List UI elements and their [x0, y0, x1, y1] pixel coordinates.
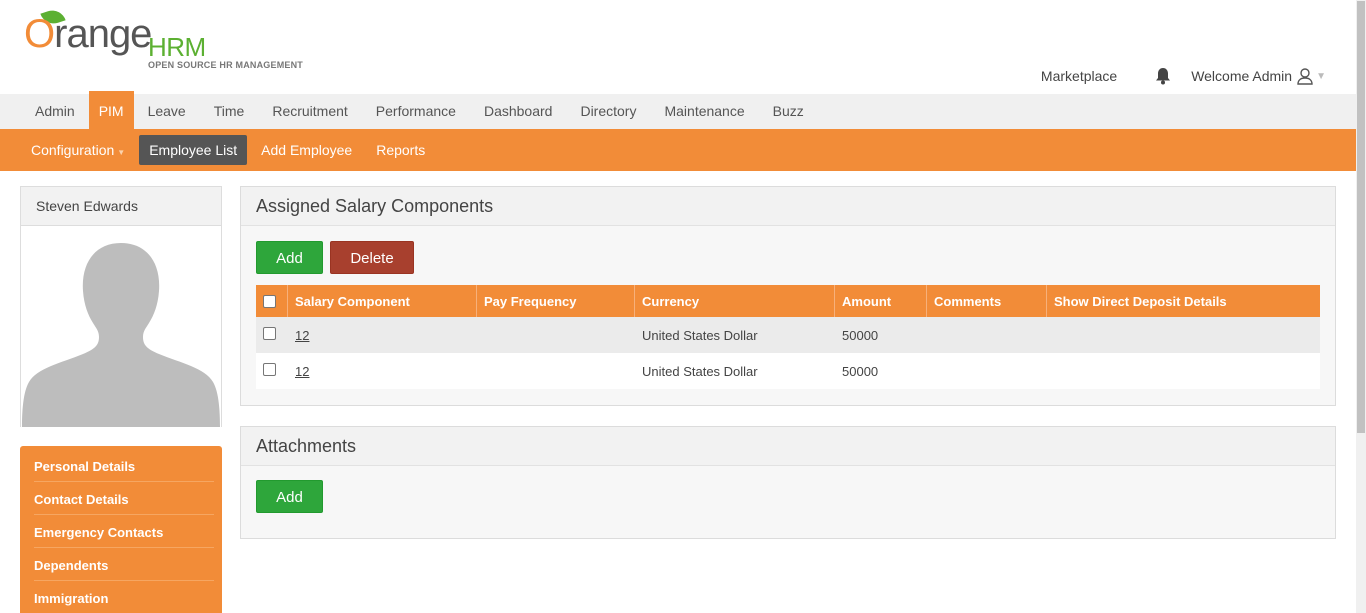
- employee-profile-card: Steven Edwards: [20, 186, 222, 427]
- sub-menu: Configuration ▼ Employee List Add Employe…: [0, 129, 1356, 171]
- cell-deposit: [1047, 317, 1320, 353]
- row-checkbox[interactable]: [263, 327, 276, 340]
- submenu-reports[interactable]: Reports: [366, 135, 435, 165]
- welcome-label: Welcome Admin: [1191, 68, 1293, 84]
- menu-buzz[interactable]: Buzz: [759, 94, 818, 129]
- col-pay-frequency: Pay Frequency: [477, 285, 635, 317]
- logo-hrm: HRM: [148, 32, 206, 62]
- avatar[interactable]: [21, 227, 221, 427]
- main-menu: Admin PIM Leave Time Recruitment Perform…: [0, 91, 1356, 129]
- select-all-cell: [256, 285, 288, 317]
- cell-deposit: [1047, 353, 1320, 389]
- side-immigration[interactable]: Immigration: [34, 581, 214, 613]
- col-direct-deposit: Show Direct Deposit Details: [1054, 294, 1227, 309]
- cell-comments: [927, 353, 1047, 389]
- vertical-scrollbar[interactable]: [1356, 0, 1366, 613]
- col-amount: Amount: [835, 285, 927, 317]
- cell-currency: United States Dollar: [642, 328, 758, 343]
- cell-amount: 50000: [842, 364, 879, 379]
- scrollbar-thumb[interactable]: [1357, 1, 1365, 433]
- row-select-cell: [256, 353, 288, 389]
- welcome-menu[interactable]: Welcome Admin ▼: [1191, 67, 1326, 85]
- menu-maintenance[interactable]: Maintenance: [650, 94, 758, 129]
- row-select-cell: [256, 317, 288, 353]
- side-dependents[interactable]: Dependents: [34, 548, 214, 581]
- add-attachment-button[interactable]: Add: [256, 480, 323, 513]
- top-right-bar: Marketplace Welcome Admin ▼: [1041, 67, 1326, 85]
- cell-component: 12: [288, 353, 477, 389]
- menu-performance[interactable]: Performance: [362, 94, 470, 129]
- table-row: 12 United States Dollar 50000: [256, 353, 1320, 389]
- header: Orange HRM OPEN SOURCE HR MANAGEMENT Mar…: [0, 0, 1356, 94]
- chevron-down-icon: ▼: [1316, 70, 1326, 82]
- cell-frequency: [477, 353, 635, 389]
- attachments-panel-title: Attachments: [241, 427, 1335, 466]
- attachments-panel: Attachments Add: [240, 426, 1336, 539]
- logo-wordmark: Orange: [24, 12, 152, 56]
- row-checkbox[interactable]: [263, 363, 276, 376]
- table-row: 12 United States Dollar 50000: [256, 317, 1320, 353]
- select-all-checkbox[interactable]: [263, 295, 276, 308]
- col-comments: Comments: [927, 285, 1047, 317]
- menu-admin[interactable]: Admin: [21, 94, 89, 129]
- orangehrm-logo[interactable]: Orange HRM OPEN SOURCE HR MANAGEMENT: [24, 6, 314, 74]
- submenu-employee-list[interactable]: Employee List: [139, 135, 248, 165]
- salary-component-link[interactable]: 12: [295, 328, 309, 343]
- employee-name: Steven Edwards: [21, 187, 221, 226]
- logo-tagline: OPEN SOURCE HR MANAGEMENT: [148, 60, 304, 70]
- menu-time[interactable]: Time: [200, 94, 259, 129]
- cell-amount: 50000: [842, 328, 879, 343]
- menu-directory[interactable]: Directory: [566, 94, 650, 129]
- side-contact-details[interactable]: Contact Details: [34, 482, 214, 515]
- salary-table: Salary Component Pay Frequency Currency …: [256, 285, 1320, 389]
- menu-pim[interactable]: PIM: [88, 91, 134, 129]
- col-salary-component: Salary Component: [288, 285, 477, 317]
- menu-leave[interactable]: Leave: [134, 94, 200, 129]
- submenu-configuration[interactable]: Configuration ▼: [21, 135, 135, 165]
- marketplace-link[interactable]: Marketplace: [1041, 68, 1117, 84]
- side-emergency-contacts[interactable]: Emergency Contacts: [34, 515, 214, 548]
- add-salary-button[interactable]: Add: [256, 241, 323, 274]
- menu-recruitment[interactable]: Recruitment: [258, 94, 361, 129]
- salary-components-panel: Assigned Salary Components Add Delete Sa…: [240, 186, 1336, 406]
- delete-salary-button[interactable]: Delete: [330, 241, 414, 274]
- employee-side-menu: Personal Details Contact Details Emergen…: [20, 446, 222, 613]
- cell-frequency: [477, 317, 635, 353]
- chevron-down-icon: ▼: [117, 148, 126, 157]
- notification-bell-icon[interactable]: [1155, 67, 1171, 85]
- submenu-add-employee[interactable]: Add Employee: [251, 135, 362, 165]
- user-icon: [1297, 67, 1313, 85]
- cell-comments: [927, 317, 1047, 353]
- menu-dashboard[interactable]: Dashboard: [470, 94, 567, 129]
- col-currency: Currency: [635, 285, 835, 317]
- table-header: Salary Component Pay Frequency Currency …: [256, 285, 1320, 317]
- configuration-label: Configuration: [31, 142, 115, 158]
- cell-currency: United States Dollar: [642, 364, 758, 379]
- salary-component-link[interactable]: 12: [295, 364, 309, 379]
- salary-panel-title: Assigned Salary Components: [241, 187, 1335, 226]
- cell-component: 12: [288, 317, 477, 353]
- side-personal-details[interactable]: Personal Details: [34, 449, 214, 482]
